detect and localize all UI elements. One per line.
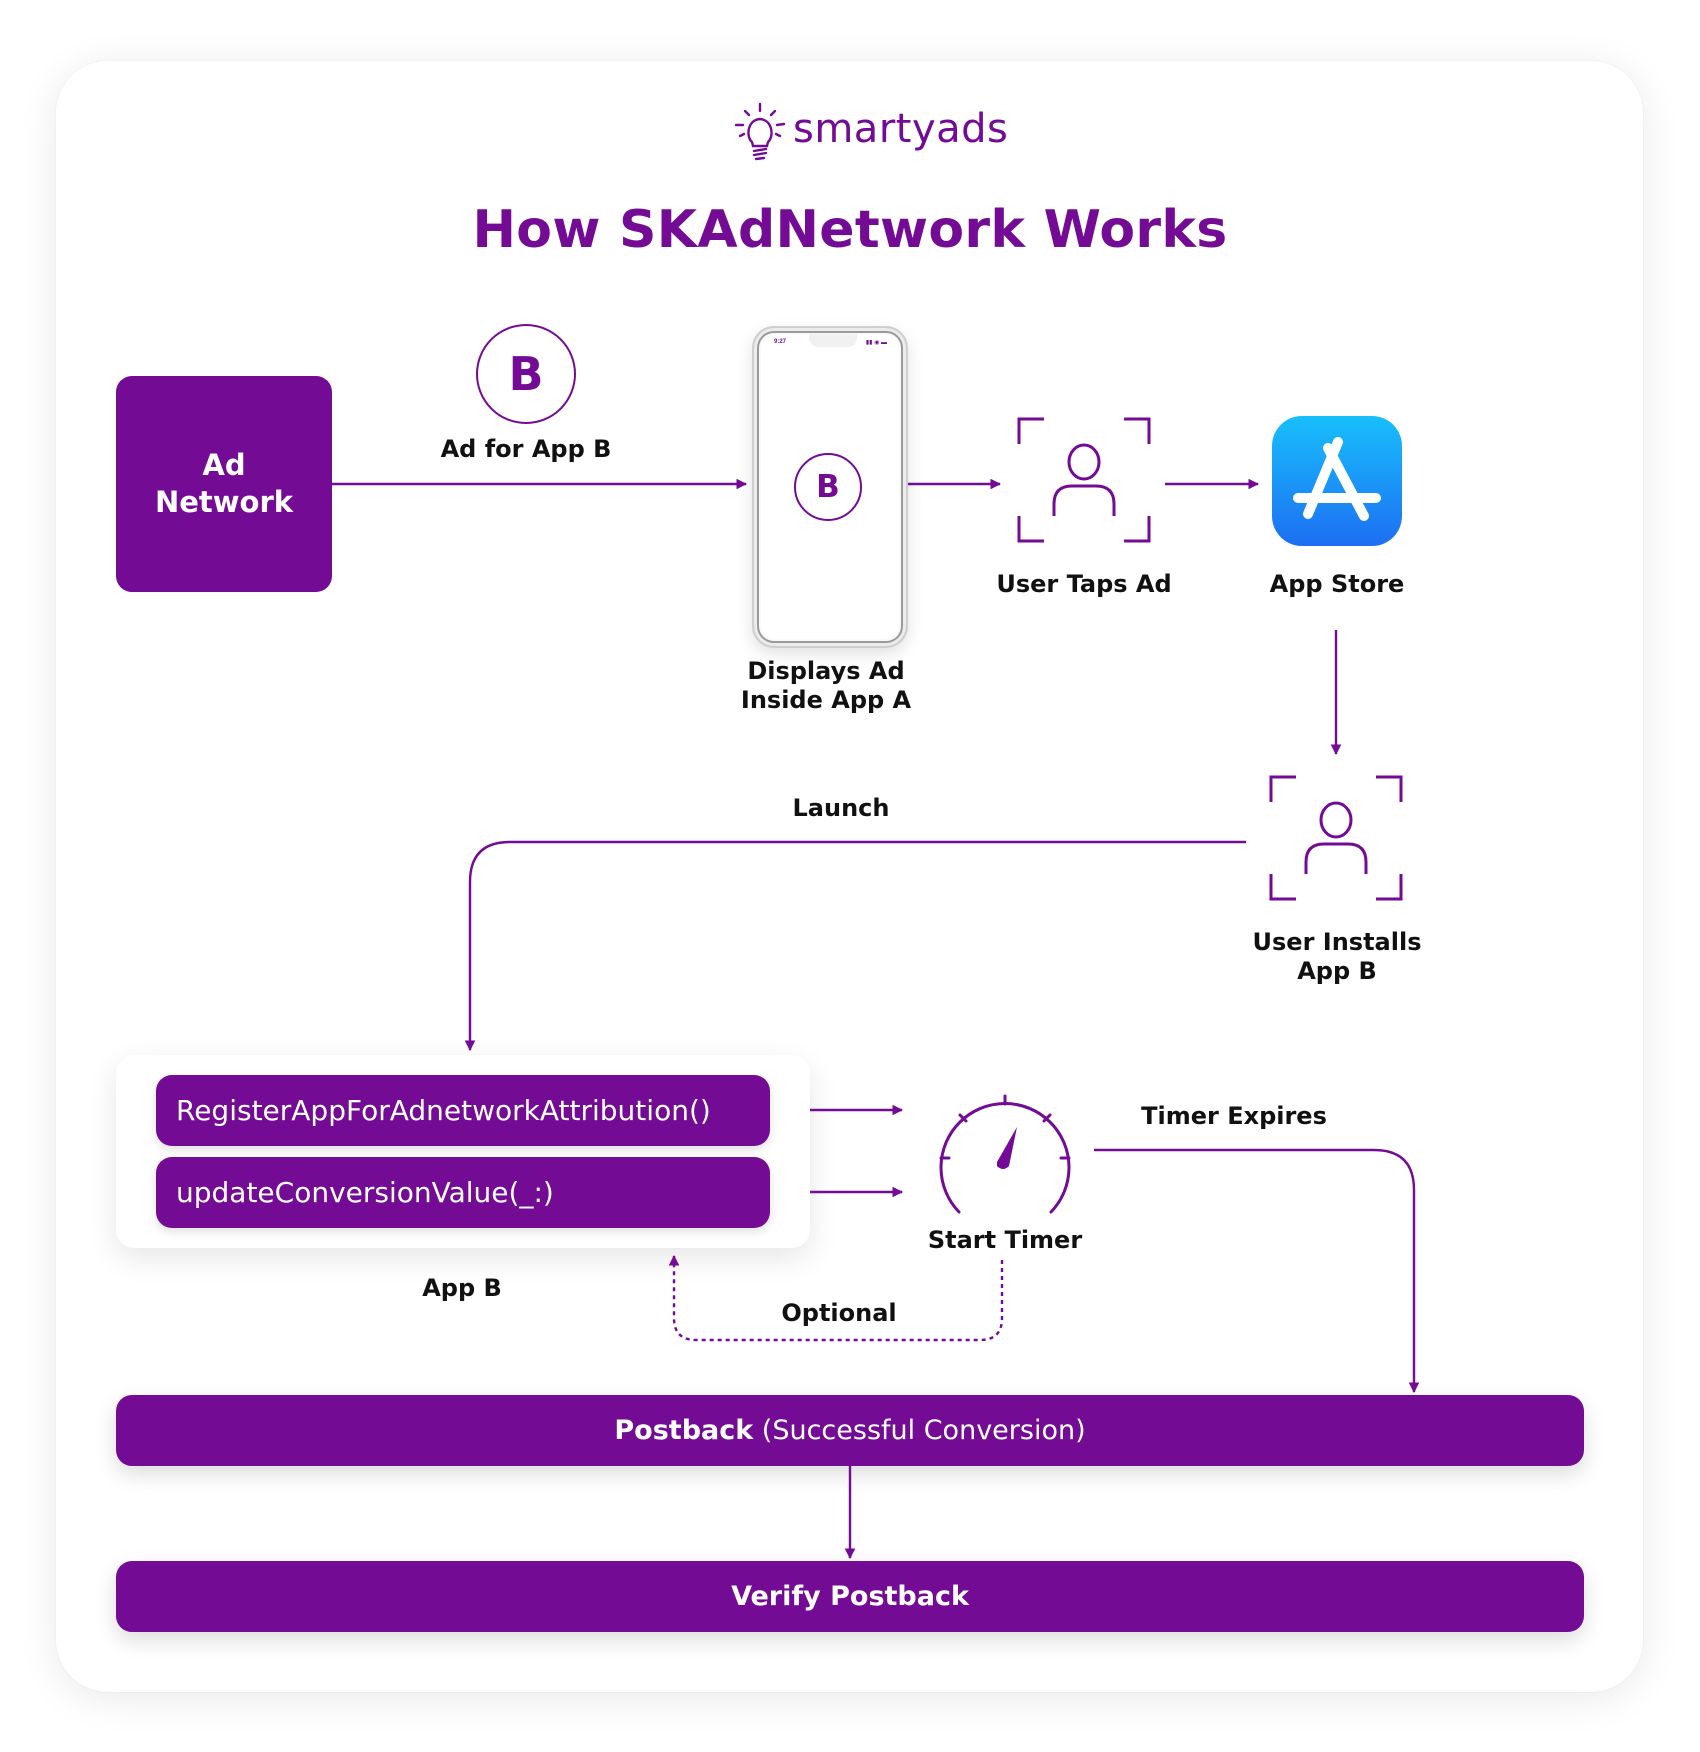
verify-postback-bar: Verify Postback [116,1561,1584,1632]
user-installs-line1: User Installs [1252,928,1422,956]
postback-bold: Postback [614,1415,754,1446]
update-conversion-method: updateConversionValue(_:) [156,1157,770,1228]
app-b-badge: B [476,324,576,424]
user-install-scan-icon [1269,775,1403,901]
phone-status-icons: ▮▮ ◉ ▬ [865,340,887,346]
launch-label: Launch [792,794,890,822]
start-timer-label: Start Timer [927,1226,1083,1254]
phone-notch [809,334,857,347]
app-store-label: App Store [1269,570,1405,598]
postback-rest: (Successful Conversion) [753,1415,1086,1446]
app-b-label: App B [422,1274,502,1302]
phone-time: 9:27 [774,339,787,345]
user-installs-label: User Installs App B [1253,928,1422,986]
user-installs-line2: App B [1297,957,1377,985]
timer-expires-label: Timer Expires [1141,1102,1327,1130]
ad-for-app-b-label: Ad for App B [440,435,612,463]
smartyads-logo: smartyads [730,100,1008,166]
gauge-icon [939,1094,1071,1214]
ad-network-line1: Ad [202,448,246,482]
logo-wordmark: smartyads [793,106,1009,152]
app-store-glyph [1293,437,1381,521]
displays-ad-line2: Inside App A [740,686,912,714]
lightbulb-icon [734,102,786,161]
app-store-icon [1272,416,1402,546]
app-b-ad-badge: B [794,453,862,521]
displays-ad-label: Displays Ad Inside App A [741,657,911,715]
user-scan-icon [1017,417,1151,543]
register-app-method: RegisterAppForAdnetworkAttribution() [156,1075,770,1146]
ad-network-box: Ad Network [116,376,332,592]
app-b-panel: RegisterAppForAdnetworkAttribution() upd… [116,1055,810,1248]
user-taps-ad-label: User Taps Ad [996,570,1172,598]
optional-label: Optional [781,1299,897,1327]
page-title: How SKAdNetwork Works [472,200,1228,260]
ad-network-line2: Network [154,485,294,519]
postback-bar: Postback (Successful Conversion) [116,1395,1584,1466]
displays-ad-line1: Displays Ad [747,657,905,685]
